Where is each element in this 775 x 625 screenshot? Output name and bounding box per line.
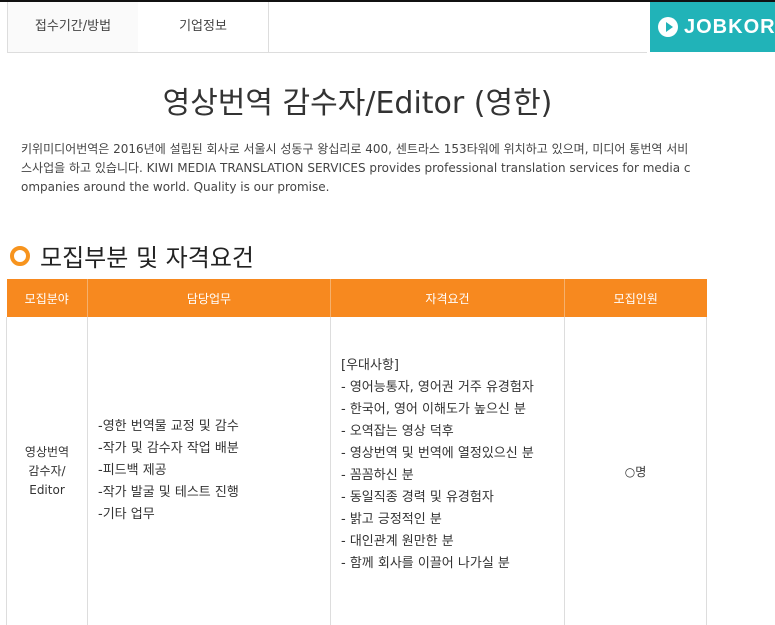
header-duties: 담당업무 (87, 279, 331, 317)
play-icon (658, 17, 678, 37)
tab-application-period[interactable]: 접수기간/방법 (7, 2, 139, 52)
field-line: Editor (29, 482, 65, 497)
section-title: 모집부분 및 자격요건 (40, 244, 254, 272)
duty-item: -기타 업무 (98, 507, 155, 522)
tab-bar: 접수기간/방법 기업정보 (7, 2, 647, 53)
banner-text: JOBKORE (684, 16, 775, 38)
table-header-row: 모집분야 담당업무 자격요건 모집인원 (6, 279, 707, 317)
requirement-item: - 동일직종 경력 및 유경험자 (341, 490, 494, 505)
requirement-item: - 꼼꼼하신 분 (341, 468, 414, 483)
requirement-item: [우대사항] (341, 358, 399, 373)
tab-company-info[interactable]: 기업정보 (138, 2, 269, 52)
company-intro: 키위미디어번역은 2016년에 설립된 회사로 서울시 성동구 왕십리로 400… (21, 142, 691, 194)
duty-item: -작가 및 감수자 작업 배분 (98, 441, 239, 456)
requirement-item: - 영어능통자, 영어권 거주 유경험자 (341, 380, 534, 395)
header-requirements: 자격요건 (330, 279, 565, 317)
duty-item: -영한 번역물 교정 및 감수 (98, 419, 239, 434)
circle-bullet-icon (10, 246, 30, 266)
jobkorea-banner[interactable]: JOBKORE (650, 2, 775, 52)
requirement-item: - 한국어, 영어 이해도가 높으신 분 (341, 402, 526, 417)
requirement-item: - 함께 회사를 이끌어 나가실 분 (341, 556, 510, 571)
header-field: 모집분야 (6, 279, 88, 317)
requirement-item: - 밝고 긍정적인 분 (341, 512, 442, 527)
duty-item: -작가 발굴 및 테스트 진행 (98, 485, 239, 500)
page-title: 영상번역 감수자/Editor (영한) (162, 86, 553, 121)
field-line: 감수자/ (28, 463, 66, 478)
recruitment-table: 모집분야 담당업무 자격요건 모집인원 영상번역 감수자/ Editor -영한… (6, 279, 707, 625)
header-count: 모집인원 (564, 279, 707, 317)
requirement-item: - 영상번역 및 번역에 열정있으신 분 (341, 446, 534, 461)
requirement-item: - 오역잡는 영상 덕후 (341, 424, 454, 439)
field-line: 영상번역 (24, 444, 70, 459)
requirement-item: - 대인관계 원만한 분 (341, 534, 454, 549)
duty-item: -피드백 제공 (98, 463, 167, 478)
